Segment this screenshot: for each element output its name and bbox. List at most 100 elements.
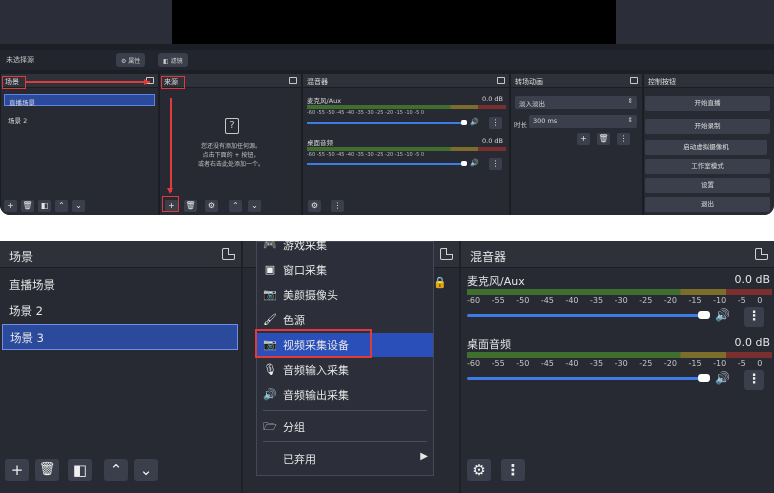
undock-icon[interactable] <box>289 77 297 84</box>
scene-item[interactable]: 直播场景 <box>2 272 238 298</box>
start-recording-button[interactable]: 开始录制 <box>645 119 770 134</box>
menu-item-deprecated[interactable]: 已弃用 ▶ <box>257 447 433 471</box>
desktop-audio-volume-knob[interactable] <box>461 161 467 166</box>
mixer-settings-button[interactable]: ⚙ <box>308 200 321 212</box>
add-scene-button[interactable]: + <box>5 459 29 481</box>
menu-item-audio-input-capture[interactable]: 🎙 音频输入采集 <box>257 358 433 382</box>
menu-separator <box>263 441 427 442</box>
source-settings-button[interactable]: ⚙ <box>205 200 218 212</box>
scene-item-selected[interactable]: 场景 3 <box>2 324 238 350</box>
speaker-icon[interactable]: 🔊 <box>715 371 730 385</box>
speaker-icon[interactable]: 🔊 <box>715 308 730 322</box>
mic-aux-volume-slider[interactable] <box>307 122 467 124</box>
no-source-label: 未选择源 <box>6 56 34 64</box>
duration-label: 时长 <box>514 121 527 129</box>
add-scene-button[interactable]: + <box>4 200 17 212</box>
move-down-button[interactable]: ⌄ <box>72 200 85 212</box>
remove-scene-button[interactable]: 🗑 <box>35 459 59 481</box>
chevron-right-icon: ▶ <box>420 451 428 462</box>
speaker-icon[interactable]: 🔊 <box>470 159 479 167</box>
desktop-audio-volume-slider[interactable] <box>307 163 467 165</box>
move-up-button[interactable]: ⌃ <box>55 200 68 212</box>
mic-aux-label: 麦克风/Aux <box>467 275 525 288</box>
desktop-audio-menu-button[interactable]: ⋮ <box>489 158 502 170</box>
scenes-dock: 场景 直播场景 场景 2 场景 3 + 🗑 ◧ ⌃ ⌄ <box>0 241 241 493</box>
pointer-arrow <box>170 98 172 192</box>
obs-overview-window: 未选择源 ⚙ 属性 ◧ 滤镜 场景 直播场景 场景 2 + 🗑 ◧ ⌃ ⌄ 来源… <box>0 0 774 215</box>
mixer-menu-button[interactable]: ⋮ <box>501 459 525 481</box>
scenes-title-highlight <box>2 76 26 89</box>
start-streaming-button[interactable]: 开始直播 <box>645 96 770 111</box>
undock-icon[interactable] <box>440 248 453 260</box>
mixer-dock-title: 混音器 <box>303 74 509 88</box>
speaker-icon[interactable]: 🔊 <box>470 118 479 126</box>
add-transition-button[interactable]: + <box>577 133 590 145</box>
remove-scene-button[interactable]: 🗑 <box>21 200 34 212</box>
scene-item[interactable]: 场景 2 <box>2 298 238 324</box>
mic-aux-meter <box>467 289 772 295</box>
camera-icon: 📷 <box>263 288 277 301</box>
undock-icon[interactable] <box>497 77 505 84</box>
speaker-icon: 🔊 <box>263 388 277 401</box>
scene-item[interactable]: 场景 2 <box>4 113 31 125</box>
properties-button[interactable]: ⚙ 属性 <box>116 53 146 67</box>
empty-sources-hint: 您还没有添加任何源。 点击下面的 + 按钮， 或者右击此处添加一个。 <box>197 143 264 168</box>
filters-button[interactable]: ◧ 滤镜 <box>158 53 188 67</box>
obs-zoomed-window: 场景 直播场景 场景 2 场景 3 + 🗑 ◧ ⌃ ⌄ 🔒 🎮 游戏采集 ▣ 窗… <box>0 241 774 493</box>
move-up-button[interactable]: ⌃ <box>229 200 242 212</box>
move-up-button[interactable]: ⌃ <box>104 459 128 481</box>
mic-aux-volume-knob[interactable] <box>698 311 710 319</box>
mic-aux-volume-slider[interactable] <box>467 314 705 317</box>
lock-icon[interactable]: 🔒 <box>433 276 447 289</box>
desktop-audio-label: 桌面音频 <box>467 338 511 351</box>
pointer-arrow <box>26 81 150 83</box>
sources-dock: 来源 ? 您还没有添加任何源。 点击下面的 + 按钮， 或者右击此处添加一个。 … <box>159 74 301 215</box>
help-icon: ? <box>225 118 239 134</box>
desktop-audio-volume-slider[interactable] <box>467 377 705 380</box>
desktop-audio-ticks: -60 -55 -50 -45 -40 -35 -30 -25 -20 -15 … <box>307 152 425 158</box>
undock-icon[interactable] <box>755 248 768 260</box>
scene-item[interactable]: 直播场景 <box>4 94 155 107</box>
mixer-dock: 混音器 麦克风/Aux 0.0 dB -60 -55 -50 -45 -40 -… <box>302 74 509 215</box>
scene-filter-button[interactable]: ◧ <box>38 200 51 212</box>
mixer-dock: 混音器 麦克风/Aux 0.0 dB -60 -55 -50 -45 -40 -… <box>461 241 774 493</box>
sources-title-highlight <box>161 76 185 89</box>
start-virtual-camera-button[interactable]: 启动虚拟摄像机 <box>645 140 767 155</box>
move-down-button[interactable]: ⌄ <box>134 459 158 481</box>
menu-item-beauty-camera[interactable]: 📷 美颜摄像头 <box>257 283 433 307</box>
transitions-dock: 转场动画 淡入淡出 ⇕ 时长 300 ms ⇕ + 🗑 ⋮ <box>510 74 642 215</box>
duration-spinbox[interactable]: 300 ms ⇕ <box>529 115 637 128</box>
exit-button[interactable]: 退出 <box>645 197 770 212</box>
controls-dock-title: 控制按钮 <box>644 74 774 88</box>
transition-menu-button[interactable]: ⋮ <box>617 133 630 145</box>
undock-icon[interactable] <box>222 248 235 260</box>
desktop-audio-volume-knob[interactable] <box>698 374 710 382</box>
menu-item-game-capture[interactable]: 🎮 游戏采集 <box>257 241 433 257</box>
desktop-audio-menu-button[interactable]: ⋮ <box>744 370 764 390</box>
mixer-menu-button[interactable]: ⋮ <box>331 200 344 212</box>
mixer-dock-title: 混音器 <box>461 241 774 268</box>
scenes-dock-title: 场景 <box>0 241 241 268</box>
mic-aux-volume-knob[interactable] <box>461 120 467 125</box>
mic-aux-menu-button[interactable]: ⋮ <box>744 307 764 327</box>
scenes-dock: 场景 直播场景 场景 2 + 🗑 ◧ ⌃ ⌄ <box>0 74 158 215</box>
remove-transition-button[interactable]: 🗑 <box>597 133 610 145</box>
mic-aux-ticks: -60 -55 -50 -45 -40 -35 -30 -25 -20 -15 … <box>307 110 425 116</box>
mic-aux-menu-button[interactable]: ⋮ <box>489 117 502 129</box>
move-down-button[interactable]: ⌄ <box>248 200 261 212</box>
desktop-audio-label: 桌面音频 <box>307 139 333 147</box>
settings-button[interactable]: 设置 <box>645 178 770 193</box>
page: 未选择源 ⚙ 属性 ◧ 滤镜 场景 直播场景 场景 2 + 🗑 ◧ ⌃ ⌄ 来源… <box>0 0 774 493</box>
undock-icon[interactable] <box>630 77 638 84</box>
scene-filter-button[interactable]: ◧ <box>68 459 92 481</box>
mixer-settings-button[interactable]: ⚙ <box>467 459 491 481</box>
transition-select[interactable]: 淡入淡出 ⇕ <box>515 96 637 109</box>
preview-area <box>0 0 774 44</box>
menu-item-window-capture[interactable]: ▣ 窗口采集 <box>257 258 433 282</box>
menu-item-audio-output-capture[interactable]: 🔊 音频输出采集 <box>257 383 433 407</box>
remove-source-button[interactable]: 🗑 <box>184 200 197 212</box>
studio-mode-button[interactable]: 工作室模式 <box>645 159 770 174</box>
menu-item-group[interactable]: 🗁 分组 <box>257 415 433 439</box>
transitions-dock-title: 转场动画 <box>511 74 642 88</box>
menu-separator <box>263 410 427 411</box>
